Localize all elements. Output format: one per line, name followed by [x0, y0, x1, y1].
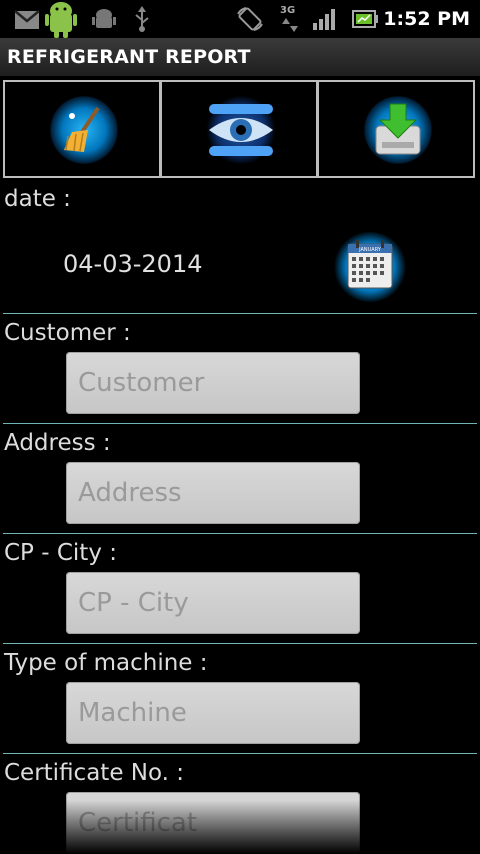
city-label: CP - City : — [4, 540, 117, 566]
clear-button[interactable] — [3, 80, 161, 178]
download-save-icon — [375, 103, 421, 155]
network-type-label: 3G — [280, 5, 296, 16]
status-bar: 3G 1:52 PM — [0, 0, 480, 38]
city-input[interactable] — [66, 572, 360, 634]
usb-icon — [135, 6, 149, 32]
date-label: date : — [4, 186, 71, 212]
divider — [3, 423, 477, 424]
broom-clear-icon — [64, 106, 100, 152]
signal-icon — [313, 9, 335, 30]
divider — [3, 533, 477, 534]
view-button[interactable] — [160, 80, 318, 178]
android-icon — [92, 9, 116, 28]
divider — [3, 753, 477, 754]
page-title: REFRIGERANT REPORT — [7, 46, 251, 68]
address-input[interactable] — [66, 462, 360, 524]
calendar-month-text: JANUARY — [358, 247, 382, 253]
calendar-icon: JANUARY — [347, 240, 393, 289]
machine-input[interactable] — [66, 682, 360, 744]
eye-view-icon — [209, 104, 273, 156]
customer-label: Customer : — [4, 320, 131, 346]
divider — [3, 643, 477, 644]
3g-data-icon: 3G — [280, 5, 300, 33]
battery-icon — [352, 10, 378, 28]
certificate-label: Certificate No. : — [4, 760, 185, 786]
rotate-icon — [237, 7, 263, 31]
gmail-icon — [14, 10, 40, 29]
machine-label: Type of machine : — [4, 650, 208, 676]
save-button[interactable] — [317, 80, 475, 178]
action-toolbar — [3, 80, 477, 178]
customer-input[interactable] — [66, 352, 360, 414]
title-bar: REFRIGERANT REPORT — [0, 38, 480, 76]
divider — [3, 313, 477, 314]
android-debug-icon — [45, 2, 77, 38]
date-value[interactable]: 04-03-2014 — [63, 250, 202, 278]
calendar-button[interactable]: JANUARY — [334, 232, 406, 302]
certificate-input[interactable] — [66, 792, 360, 854]
address-label: Address : — [4, 430, 111, 456]
clock: 1:52 PM — [383, 8, 470, 30]
